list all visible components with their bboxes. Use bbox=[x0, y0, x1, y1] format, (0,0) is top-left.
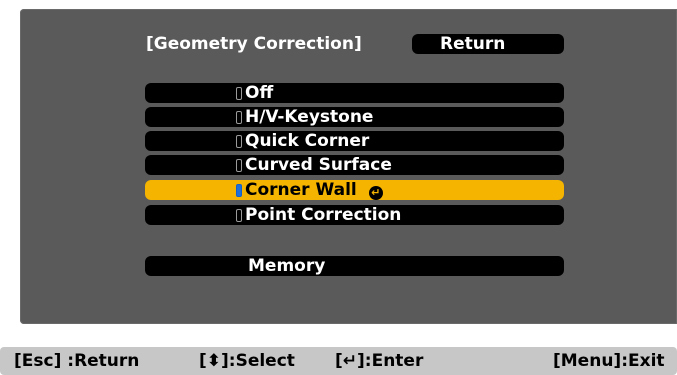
hint-select: [⬍]:Select bbox=[199, 351, 295, 371]
option-off[interactable]: Off bbox=[145, 83, 564, 103]
option-label: Curved Surface bbox=[245, 155, 392, 175]
radio-indicator bbox=[236, 111, 242, 124]
radio-indicator bbox=[236, 135, 242, 148]
hint-menu-exit: [Menu]:Exit bbox=[553, 351, 665, 371]
option-point-correction[interactable]: Point Correction bbox=[145, 205, 564, 225]
enter-icon: ↵ bbox=[368, 186, 383, 200]
radio-indicator bbox=[236, 87, 242, 100]
menu-title: [Geometry Correction] bbox=[146, 34, 362, 54]
option-label: Quick Corner bbox=[245, 131, 370, 151]
return-button[interactable]: Return bbox=[412, 34, 564, 54]
radio-indicator bbox=[236, 159, 242, 172]
radio-indicator bbox=[236, 209, 242, 222]
option-label: H/V-Keystone bbox=[245, 107, 374, 127]
footer-hint-bar: [Esc] :Return [⬍]:Select [↵]:Enter [Menu… bbox=[0, 347, 677, 375]
hint-enter: [↵]:Enter bbox=[335, 351, 424, 371]
option-hv-keystone[interactable]: H/V-Keystone bbox=[145, 107, 564, 127]
option-curved-surface[interactable]: Curved Surface bbox=[145, 155, 564, 175]
hint-esc-return: [Esc] :Return bbox=[14, 351, 140, 371]
option-quick-corner[interactable]: Quick Corner bbox=[145, 131, 564, 151]
option-corner-wall[interactable]: Corner Wall ↵ bbox=[145, 180, 564, 200]
memory-button[interactable]: Memory bbox=[145, 256, 564, 276]
option-label: Off bbox=[245, 83, 274, 103]
option-label: Corner Wall bbox=[245, 180, 357, 200]
radio-indicator-selected bbox=[236, 184, 242, 197]
option-label: Point Correction bbox=[245, 205, 402, 225]
